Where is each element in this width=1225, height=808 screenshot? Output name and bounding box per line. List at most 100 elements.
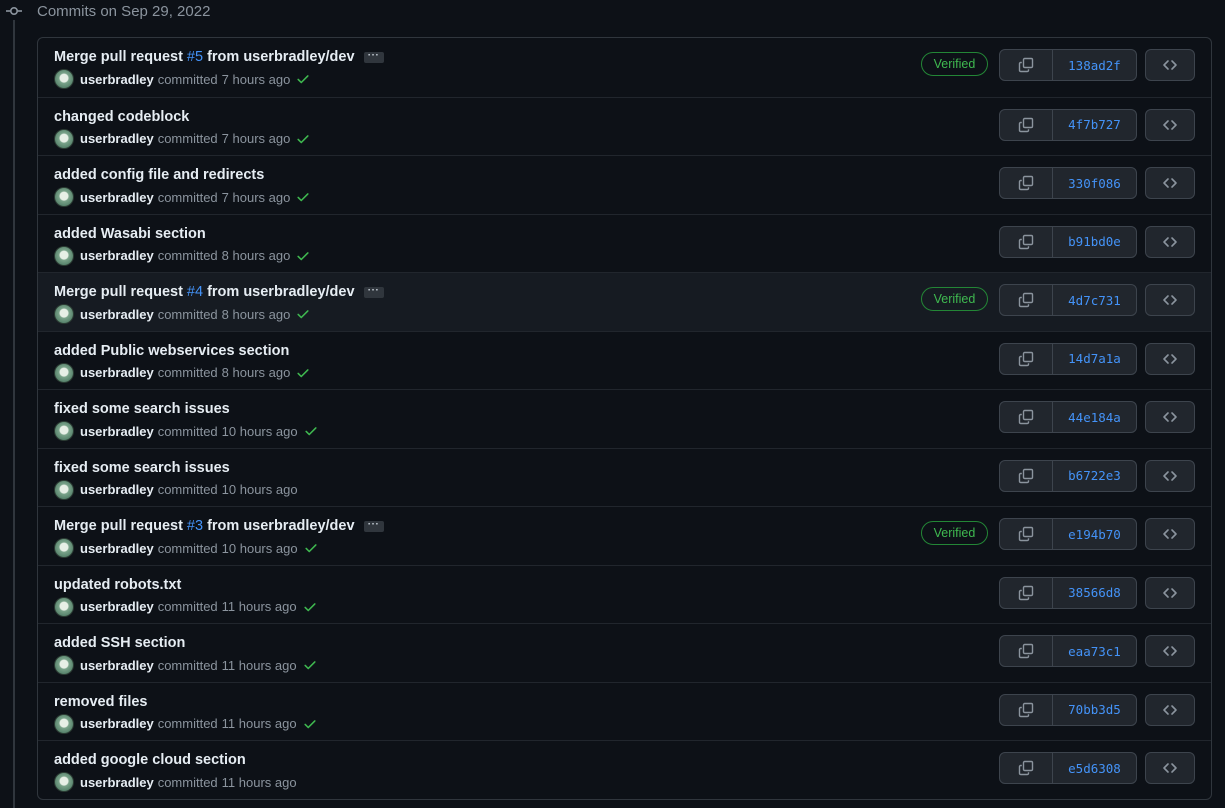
- check-icon[interactable]: [296, 72, 310, 86]
- check-icon[interactable]: [296, 249, 310, 263]
- check-icon[interactable]: [303, 658, 317, 672]
- browse-repo-button[interactable]: [1145, 693, 1195, 726]
- author-link[interactable]: userbradley: [80, 599, 154, 614]
- commit-message[interactable]: fixed some search issues: [54, 460, 230, 476]
- commit-sha-link[interactable]: 4f7b727: [1053, 110, 1136, 140]
- copy-sha-button[interactable]: [1000, 460, 1053, 491]
- browse-repo-button[interactable]: [1145, 108, 1195, 141]
- browse-repo-button[interactable]: [1145, 576, 1195, 609]
- commit-title[interactable]: fixed some search issues: [54, 400, 230, 418]
- pull-request-link[interactable]: #3: [187, 518, 203, 534]
- commit-message[interactable]: Merge pull request: [54, 284, 183, 300]
- commit-title[interactable]: added config file and redirects: [54, 166, 264, 184]
- avatar[interactable]: [54, 772, 74, 792]
- commit-sha-link[interactable]: 44e184a: [1053, 402, 1136, 432]
- browse-repo-button[interactable]: [1145, 284, 1195, 316]
- author-link[interactable]: userbradley: [80, 131, 154, 146]
- author-link[interactable]: userbradley: [80, 541, 154, 556]
- avatar[interactable]: [54, 304, 74, 324]
- copy-sha-button[interactable]: [1000, 50, 1053, 80]
- commit-title[interactable]: added google cloud section: [54, 751, 246, 769]
- avatar[interactable]: [54, 245, 74, 266]
- commit-sha-link[interactable]: 330f086: [1053, 168, 1136, 198]
- commit-sha-link[interactable]: 14d7a1a: [1053, 344, 1136, 374]
- copy-sha-button[interactable]: [1000, 343, 1053, 374]
- commit-message[interactable]: Merge pull request: [54, 49, 183, 65]
- pull-request-link[interactable]: #5: [187, 49, 203, 65]
- copy-sha-button[interactable]: [1000, 753, 1053, 783]
- expand-message-button[interactable]: ···: [363, 519, 384, 532]
- check-icon[interactable]: [304, 424, 318, 438]
- browse-repo-button[interactable]: [1145, 401, 1195, 433]
- browse-repo-button[interactable]: [1145, 342, 1195, 375]
- copy-sha-button[interactable]: [1000, 519, 1053, 549]
- avatar[interactable]: [54, 362, 74, 383]
- commit-message[interactable]: fixed some search issues: [54, 401, 230, 417]
- commit-sha-link[interactable]: b91bd0e: [1053, 227, 1136, 257]
- avatar[interactable]: [54, 596, 74, 617]
- browse-repo-button[interactable]: [1145, 225, 1195, 258]
- author-link[interactable]: userbradley: [80, 775, 154, 790]
- browse-repo-button[interactable]: [1145, 49, 1195, 81]
- commit-sha-link[interactable]: e5d6308: [1053, 753, 1136, 783]
- commit-sha-link[interactable]: e194b70: [1053, 519, 1136, 549]
- check-icon[interactable]: [296, 190, 310, 204]
- verified-badge[interactable]: Verified: [921, 521, 988, 545]
- commit-message[interactable]: added google cloud section: [54, 752, 246, 768]
- browse-repo-button[interactable]: [1145, 518, 1195, 550]
- copy-sha-button[interactable]: [1000, 109, 1053, 140]
- commit-message[interactable]: removed files: [54, 694, 148, 710]
- commit-message[interactable]: added SSH section: [54, 635, 185, 651]
- avatar[interactable]: [54, 655, 74, 675]
- check-icon[interactable]: [303, 600, 317, 614]
- avatar[interactable]: [54, 713, 74, 734]
- author-link[interactable]: userbradley: [80, 658, 154, 673]
- commit-title[interactable]: Merge pull request #5 from userbradley/d…: [54, 48, 384, 66]
- browse-repo-button[interactable]: [1145, 167, 1195, 199]
- copy-sha-button[interactable]: [1000, 285, 1053, 315]
- commit-title[interactable]: added Public webservices section: [54, 342, 289, 360]
- avatar[interactable]: [54, 538, 74, 558]
- commit-title[interactable]: updated robots.txt: [54, 576, 181, 594]
- author-link[interactable]: userbradley: [80, 482, 154, 497]
- commit-title[interactable]: fixed some search issues: [54, 459, 230, 477]
- avatar[interactable]: [54, 128, 74, 149]
- commit-message[interactable]: added config file and redirects: [54, 167, 264, 183]
- avatar[interactable]: [54, 69, 74, 89]
- commit-message-suffix[interactable]: from userbradley/dev: [207, 284, 354, 300]
- commit-message[interactable]: added Wasabi section: [54, 226, 206, 242]
- commit-title[interactable]: changed codeblock: [54, 108, 189, 126]
- copy-sha-button[interactable]: [1000, 226, 1053, 257]
- commit-message-suffix[interactable]: from userbradley/dev: [207, 518, 354, 534]
- author-link[interactable]: userbradley: [80, 424, 154, 439]
- pull-request-link[interactable]: #4: [187, 284, 203, 300]
- commit-sha-link[interactable]: 4d7c731: [1053, 285, 1136, 315]
- check-icon[interactable]: [296, 132, 310, 146]
- author-link[interactable]: userbradley: [80, 248, 154, 263]
- copy-sha-button[interactable]: [1000, 636, 1053, 666]
- copy-sha-button[interactable]: [1000, 402, 1053, 432]
- expand-message-button[interactable]: ···: [363, 285, 384, 298]
- avatar[interactable]: [54, 479, 74, 500]
- commit-title[interactable]: Merge pull request #4 from userbradley/d…: [54, 283, 384, 301]
- commit-title[interactable]: removed files: [54, 693, 148, 711]
- commit-sha-link[interactable]: 138ad2f: [1053, 50, 1136, 80]
- commit-title[interactable]: Merge pull request #3 from userbradley/d…: [54, 517, 384, 535]
- copy-sha-button[interactable]: [1000, 577, 1053, 608]
- commit-sha-link[interactable]: 70bb3d5: [1053, 695, 1136, 725]
- author-link[interactable]: userbradley: [80, 190, 154, 205]
- avatar[interactable]: [54, 187, 74, 207]
- copy-sha-button[interactable]: [1000, 168, 1053, 198]
- verified-badge[interactable]: Verified: [921, 287, 988, 311]
- verified-badge[interactable]: Verified: [921, 52, 988, 76]
- check-icon[interactable]: [296, 307, 310, 321]
- commit-message[interactable]: added Public webservices section: [54, 343, 289, 359]
- commit-message[interactable]: updated robots.txt: [54, 577, 181, 593]
- check-icon[interactable]: [296, 366, 310, 380]
- author-link[interactable]: userbradley: [80, 72, 154, 87]
- browse-repo-button[interactable]: [1145, 635, 1195, 667]
- browse-repo-button[interactable]: [1145, 459, 1195, 492]
- commit-message-suffix[interactable]: from userbradley/dev: [207, 49, 354, 65]
- author-link[interactable]: userbradley: [80, 307, 154, 322]
- commit-sha-link[interactable]: eaa73c1: [1053, 636, 1136, 666]
